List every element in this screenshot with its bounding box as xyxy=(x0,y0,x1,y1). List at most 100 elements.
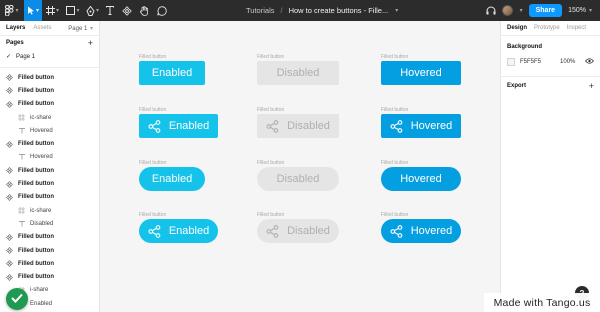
chevron-down-icon: ▾ xyxy=(35,8,39,14)
tango-watermark: Made with Tango.us xyxy=(484,293,600,312)
layer-item[interactable]: Filled button xyxy=(0,71,99,84)
hovered-button[interactable]: Hovered xyxy=(381,61,461,85)
move-tool[interactable]: ▾ xyxy=(24,0,42,21)
color-swatch[interactable] xyxy=(507,57,515,66)
enabled-button[interactable]: Enabled xyxy=(139,167,205,191)
enabled-button[interactable]: Enabled xyxy=(139,61,205,85)
layer-item-label: Disabled xyxy=(30,220,54,227)
tab-prototype[interactable]: Prototype xyxy=(534,25,560,31)
chevron-down-icon[interactable]: ▾ xyxy=(520,7,523,14)
layer-item-label: Filled button xyxy=(18,87,54,94)
frame-label: Filled button xyxy=(139,160,167,166)
tab-inspect[interactable]: Inspect xyxy=(567,25,586,31)
text-layer-icon xyxy=(18,154,25,161)
text-tool-icon xyxy=(105,6,114,15)
layer-item[interactable]: Hovered xyxy=(0,124,99,137)
layer-item-label: Filled button xyxy=(18,167,54,174)
layer-item[interactable]: Filled button xyxy=(0,257,99,270)
hovered-button[interactable]: Hovered xyxy=(381,219,461,243)
tab-assets[interactable]: Assets xyxy=(33,25,51,31)
hovered-button[interactable]: Hovered xyxy=(381,114,461,138)
layer-item-label: Filled button xyxy=(18,274,54,281)
layer-item[interactable]: Filled button xyxy=(0,84,99,97)
main-menu-button[interactable]: ▾ xyxy=(0,0,24,21)
layer-item[interactable]: Filled button xyxy=(0,244,99,257)
page-item-label: Page 1 xyxy=(16,53,36,60)
layer-item[interactable]: Disabled xyxy=(0,217,99,230)
component-tool[interactable] xyxy=(117,0,136,21)
layer-item[interactable]: Filled button xyxy=(0,191,99,204)
disabled-button[interactable]: Disabled xyxy=(257,61,339,85)
comment-tool[interactable] xyxy=(153,0,170,21)
button-label: Hovered xyxy=(410,225,453,237)
share-button[interactable]: Share xyxy=(528,4,563,17)
frame-icon xyxy=(18,114,25,122)
layer-item-label: ic-share xyxy=(30,114,52,121)
tab-layers[interactable]: Layers xyxy=(6,25,25,31)
disabled-button[interactable]: Disabled xyxy=(257,219,339,243)
background-fill-row[interactable]: F5F5F5 100% xyxy=(501,55,600,68)
layers-panel: Layers Assets Page 1 ▾ Pages + ✓ Page 1 … xyxy=(0,21,100,312)
page-item[interactable]: ✓ Page 1 xyxy=(0,50,99,63)
frame-tool-icon xyxy=(45,6,55,15)
add-page-button[interactable]: + xyxy=(88,38,93,48)
layer-item-label: Filled button xyxy=(18,194,54,201)
shape-tool[interactable]: ▾ xyxy=(63,0,83,21)
design-canvas[interactable]: Filled button Enabled Filled button Disable… xyxy=(100,21,500,312)
eye-icon[interactable] xyxy=(584,57,595,66)
pen-tool[interactable]: ▾ xyxy=(83,0,102,21)
export-section: Export + xyxy=(501,77,600,95)
frame-label: Filled button xyxy=(139,212,167,218)
project-link[interactable]: Tutorials xyxy=(246,6,274,15)
layer-item[interactable]: Filled button xyxy=(0,177,99,190)
disabled-button[interactable]: Disabled xyxy=(257,167,339,191)
hovered-button[interactable]: Hovered xyxy=(381,167,461,191)
zoom-menu[interactable]: 150% ▾ xyxy=(568,7,592,14)
layer-item-label: i-share xyxy=(30,287,49,294)
file-title[interactable]: How to create buttons - Fille... xyxy=(289,6,389,15)
layer-item-label: Hovered xyxy=(30,127,53,134)
component-icon xyxy=(6,74,13,82)
text-tool[interactable] xyxy=(102,0,117,21)
layer-item[interactable]: Hovered xyxy=(0,151,99,164)
chevron-down-icon: ▾ xyxy=(588,8,592,14)
tango-check-badge[interactable] xyxy=(6,288,28,310)
avatar[interactable] xyxy=(501,5,513,16)
component-icon xyxy=(6,140,13,148)
button-label: Disabled xyxy=(287,225,330,237)
fill-hex-value[interactable]: F5F5F5 xyxy=(520,59,541,65)
hand-tool[interactable] xyxy=(136,0,153,21)
frame-label: Filled button xyxy=(381,54,409,60)
enabled-button[interactable]: Enabled xyxy=(139,219,218,243)
fill-opacity-value[interactable]: 100% xyxy=(560,59,575,65)
disabled-button[interactable]: Disabled xyxy=(257,114,339,138)
layer-item[interactable]: Filled button xyxy=(0,231,99,244)
file-breadcrumb: Tutorials / How to create buttons - Fill… xyxy=(246,0,398,21)
add-export-button[interactable]: + xyxy=(589,81,594,91)
component-tool-icon xyxy=(121,5,132,16)
enabled-button[interactable]: Enabled xyxy=(139,114,218,138)
share-icon xyxy=(148,119,161,133)
hand-tool-icon xyxy=(140,5,149,16)
frame-label: Filled button xyxy=(257,54,285,60)
layer-item-label: Filled button xyxy=(18,101,54,108)
chevron-down-icon[interactable]: ▾ xyxy=(395,7,398,14)
share-icon xyxy=(390,119,403,133)
layer-item[interactable]: Filled button xyxy=(0,137,99,150)
layer-item-label: Filled button xyxy=(18,247,54,254)
frame-tool[interactable]: ▾ xyxy=(42,0,63,21)
layer-item[interactable]: ic-share xyxy=(0,111,99,124)
tab-design[interactable]: Design xyxy=(507,25,527,31)
layer-item-label: Filled button xyxy=(18,181,54,188)
frame-label: Filled button xyxy=(139,107,167,113)
button-label: Enabled xyxy=(151,67,193,79)
component-icon xyxy=(6,233,13,241)
page-menu[interactable]: Page 1 ▾ xyxy=(68,25,93,32)
layer-item[interactable]: ic-share xyxy=(0,204,99,217)
headphones-icon[interactable] xyxy=(486,2,496,20)
layer-item[interactable]: Filled button xyxy=(0,164,99,177)
button-label: Hovered xyxy=(400,173,442,185)
component-icon xyxy=(6,260,13,268)
layer-item[interactable]: Filled button xyxy=(0,98,99,111)
layer-item[interactable]: Filled button xyxy=(0,270,99,283)
